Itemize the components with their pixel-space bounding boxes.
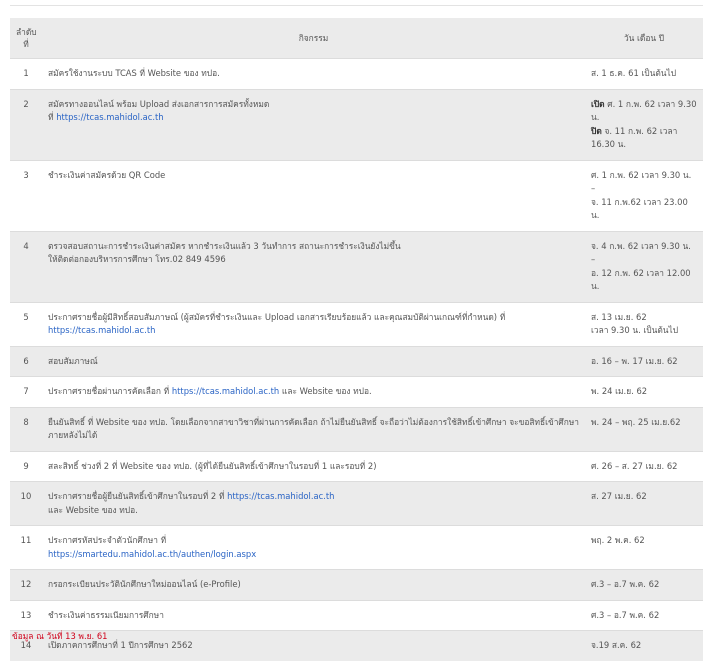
row-no: 1: [10, 58, 42, 89]
activity-text: ประกาศรายชื่อผู้มีสิทธิ์สอบสัมภาษณ์ (ผู้…: [48, 311, 506, 322]
tcas-link[interactable]: https://tcas.mahidol.ac.th: [48, 325, 155, 335]
row-date: ศ. 1 ก.พ. 62 เวลา 9.30 น. – จ. 11 ก.พ.62…: [585, 159, 703, 231]
table-row: 5 ประกาศรายชื่อผู้มีสิทธิ์สอบสัมภาษณ์ (ผ…: [10, 301, 703, 346]
activity-text: ตรวจสอบสถานะการชำระเงินค่าสมัคร หากชำระเ…: [48, 240, 401, 251]
activity-text: ให้ติดต่อกองบริหารการศึกษา โทร.02 849 45…: [48, 254, 226, 264]
header-date: วัน เดือน ปี: [585, 18, 703, 59]
row-date: จ. 4 ก.พ. 62 เวลา 9.30 น. – อ. 12 ก.พ. 6…: [585, 230, 703, 302]
table-row: 10 ประกาศรายชื่อผู้ยืนยันสิทธิ์เข้าศึกษา…: [10, 481, 703, 526]
activity-text: ประกาศรายชื่อผ่านการคัดเลือก ที่: [48, 386, 170, 396]
tcas-link[interactable]: https://tcas.mahidol.ac.th: [56, 112, 163, 122]
close-date-text: จ. 11 ก.พ. 62 เวลา 16.30 น.: [591, 125, 678, 150]
row-activity: ประกาศรายชื่อผ่านการคัดเลือก ที่ https:/…: [42, 376, 585, 407]
date-line: เวลา 9.30 น. เป็นต้นไป: [591, 325, 679, 335]
row-no: 4: [10, 230, 42, 302]
row-no: 5: [10, 301, 42, 346]
activity-text: ประกาศรหัสประจำตัวนักศึกษา ที่: [48, 535, 167, 545]
row-activity: ชำระเงินค่าสมัครด้วย QR Code: [42, 159, 585, 231]
row-date: อ. 16 – พ. 17 เม.ย. 62: [585, 345, 703, 377]
smartedu-link[interactable]: https://smartedu.mahidol.ac.th/authen/lo…: [48, 549, 256, 559]
row-date: ส. 1 ธ.ค. 61 เป็นต้นไป: [585, 58, 703, 89]
table-row: 7 ประกาศรายชื่อผ่านการคัดเลือก ที่ https…: [10, 376, 703, 407]
open-date-text: ศ. 1 ก.พ. 62 เวลา 9.30 น.: [591, 98, 697, 123]
row-date: พ. 24 – พฤ. 25 เม.ย.62: [585, 406, 703, 451]
row-activity: ชำระเงินค่าธรรมเนียมการศึกษา: [42, 599, 585, 631]
activity-text-prefix: ที่: [48, 112, 54, 122]
table-row: 2 สมัครทางออนไลน์ พร้อม Upload ส่งเอกสาร…: [10, 88, 703, 160]
activity-link-line: ที่ https://tcas.mahidol.ac.th: [48, 111, 579, 125]
row-activity: ประกาศรายชื่อผู้มีสิทธิ์สอบสัมภาษณ์ (ผู้…: [42, 301, 585, 346]
activity-text: สมัครทางออนไลน์ พร้อม Upload ส่งเอกสารกา…: [48, 98, 270, 109]
row-activity: ตรวจสอบสถานะการชำระเงินค่าสมัคร หากชำระเ…: [42, 230, 585, 302]
header-activity: กิจกรรม: [42, 18, 585, 59]
row-date: ศ.3 – อ.7 พ.ค. 62: [585, 599, 703, 631]
row-date: ศ. 26 – ส. 27 เม.ย. 62: [585, 450, 703, 482]
table-row: 11 ประกาศรหัสประจำตัวนักศึกษา ที่ https:…: [10, 525, 703, 570]
data-as-of-note: ข้อมูล ณ วันที่ 13 พ.ย. 61: [12, 631, 108, 641]
row-activity: กรอกระเบียนประวัตินักศึกษาใหม่ออนไลน์ (e…: [42, 569, 585, 600]
header-no: ลำดับที่: [10, 18, 42, 59]
open-label: เปิด: [591, 98, 605, 109]
close-label: ปิด: [591, 125, 602, 136]
date-line: ส. 13 เม.ย. 62: [591, 311, 647, 322]
row-activity: สมัครใช้งานระบบ TCAS ที่ Website ของ ทปอ…: [42, 58, 585, 89]
row-date: ศ.3 – อ.7 พ.ค. 62: [585, 569, 703, 600]
row-no: 11: [10, 525, 42, 570]
date-line: –: [591, 183, 596, 193]
date-line: อ. 12 ก.พ. 62 เวลา 12.00 น.: [591, 267, 691, 292]
table-row: 4 ตรวจสอบสถานะการชำระเงินค่าสมัคร หากชำร…: [10, 230, 703, 302]
row-activity: ประกาศรหัสประจำตัวนักศึกษา ที่ https://s…: [42, 525, 585, 570]
top-divider: [10, 5, 703, 6]
date-line: จ. 11 ก.พ.62 เวลา 23.00 น.: [591, 196, 688, 221]
row-no: 6: [10, 345, 42, 377]
activity-text-suffix: และ Website ของ ทปอ.: [281, 386, 372, 396]
tcas-link[interactable]: https://tcas.mahidol.ac.th: [172, 386, 279, 396]
table-row: 8 ยืนยันสิทธิ์ ที่ Website ของ ทปอ. โดยเ…: [10, 406, 703, 451]
date-open: เปิด ศ. 1 ก.พ. 62 เวลา 9.30 น.: [591, 98, 697, 125]
row-no: 7: [10, 376, 42, 407]
row-no: 13: [10, 599, 42, 631]
date-line: ศ. 1 ก.พ. 62 เวลา 9.30 น.: [591, 169, 692, 180]
date-line: –: [591, 254, 596, 264]
row-activity: สมัครทางออนไลน์ พร้อม Upload ส่งเอกสารกา…: [42, 88, 585, 160]
row-date: เปิด ศ. 1 ก.พ. 62 เวลา 9.30 น. ปิด จ. 11…: [585, 88, 703, 160]
date-line: จ. 4 ก.พ. 62 เวลา 9.30 น.: [591, 240, 691, 251]
table-header-row: ลำดับที่ กิจกรรม วัน เดือน ปี: [10, 18, 703, 59]
row-date: พฤ. 2 พ.ค. 62: [585, 525, 703, 570]
activity-text: ประกาศรายชื่อผู้ยืนยันสิทธิ์เข้าศึกษาในร…: [48, 491, 225, 501]
row-activity: ยืนยันสิทธิ์ ที่ Website ของ ทปอ. โดยเลื…: [42, 406, 585, 451]
row-no: 8: [10, 406, 42, 451]
row-no: 10: [10, 481, 42, 526]
table-row: 1 สมัครใช้งานระบบ TCAS ที่ Website ของ ท…: [10, 58, 703, 89]
activity-text: และ Website ของ ทปอ.: [48, 504, 138, 515]
row-date: พ. 24 เม.ย. 62: [585, 376, 703, 407]
table-row: 3 ชำระเงินค่าสมัครด้วย QR Code ศ. 1 ก.พ.…: [10, 159, 703, 231]
row-activity: ประกาศรายชื่อผู้ยืนยันสิทธิ์เข้าศึกษาในร…: [42, 481, 585, 526]
table-row: 9 สละสิทธิ์ ช่วงที่ 2 ที่ Website ของ ทป…: [10, 450, 703, 482]
row-no: 9: [10, 450, 42, 482]
row-date: ส. 13 เม.ย. 62 เวลา 9.30 น. เป็นต้นไป: [585, 301, 703, 346]
row-activity: สละสิทธิ์ ช่วงที่ 2 ที่ Website ของ ทปอ.…: [42, 450, 585, 482]
tcas-schedule-table: ลำดับที่ กิจกรรม วัน เดือน ปี 1 สมัครใช้…: [10, 18, 703, 661]
table-row: 12 กรอกระเบียนประวัตินักศึกษาใหม่ออนไลน์…: [10, 569, 703, 600]
row-no: 3: [10, 159, 42, 231]
row-no: 12: [10, 569, 42, 600]
row-date: ส. 27 เม.ย. 62: [585, 481, 703, 526]
row-activity: สอบสัมภาษณ์: [42, 345, 585, 377]
table-row: 13 ชำระเงินค่าธรรมเนียมการศึกษา ศ.3 – อ.…: [10, 599, 703, 631]
table-row: 6 สอบสัมภาษณ์ อ. 16 – พ. 17 เม.ย. 62: [10, 345, 703, 377]
date-close: ปิด จ. 11 ก.พ. 62 เวลา 16.30 น.: [591, 125, 697, 152]
tcas-link[interactable]: https://tcas.mahidol.ac.th: [227, 491, 334, 501]
row-no: 2: [10, 88, 42, 160]
